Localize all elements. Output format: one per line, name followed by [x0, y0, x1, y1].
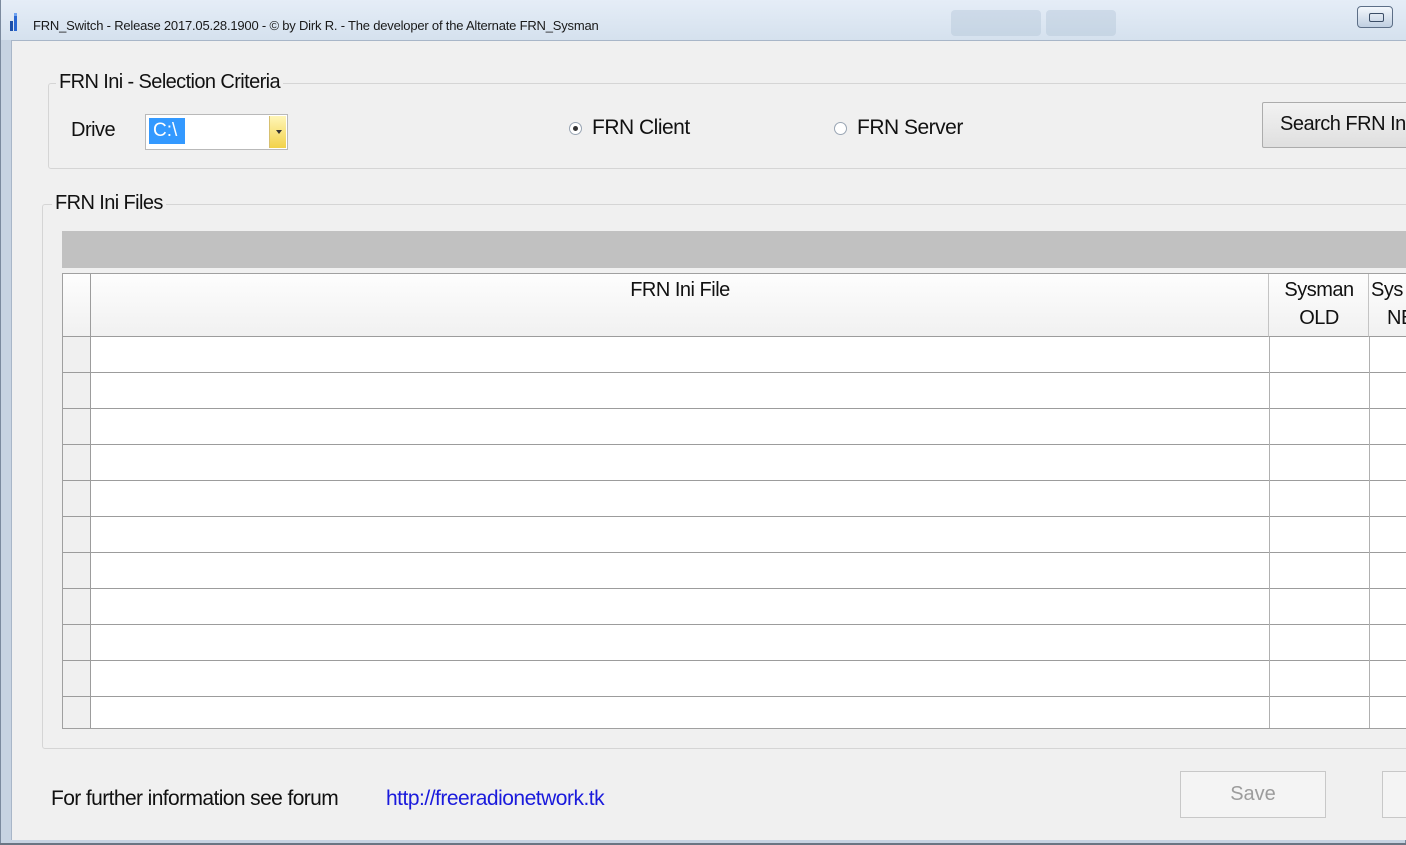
table-row[interactable] [63, 661, 1406, 697]
row-header[interactable] [63, 661, 91, 696]
column-header-label: Sysman [1284, 279, 1354, 301]
radio-frn-client[interactable] [569, 122, 582, 135]
table-row[interactable] [63, 409, 1406, 445]
table-row[interactable] [63, 589, 1406, 625]
column-divider [1269, 337, 1270, 728]
row-header[interactable] [63, 481, 91, 516]
title-bar[interactable]: FRN_Switch - Release 2017.05.28.1900 - ©… [1, 0, 1406, 40]
radio-frn-client-label[interactable]: FRN Client [592, 116, 690, 140]
chevron-down-icon[interactable] [269, 116, 286, 148]
app-window: FRN_Switch - Release 2017.05.28.1900 - ©… [0, 0, 1406, 843]
drive-combobox[interactable]: C:\ [145, 114, 288, 150]
restore-button[interactable] [1357, 6, 1393, 28]
column-header-label: Sys [1371, 279, 1403, 301]
table-row[interactable] [63, 481, 1406, 517]
row-header[interactable] [63, 697, 91, 728]
restore-icon [1369, 13, 1384, 22]
ini-files-grid[interactable]: FRN Ini File Sysman OLD Sys NE [62, 273, 1406, 729]
table-row[interactable] [63, 337, 1406, 373]
column-header-sysman-old[interactable]: Sysman OLD [1269, 274, 1369, 337]
title-bar-glass [1046, 10, 1116, 36]
app-icon [10, 13, 17, 31]
table-row[interactable] [63, 553, 1406, 589]
drive-label: Drive [71, 119, 116, 141]
column-divider [1369, 337, 1370, 728]
row-header[interactable] [63, 589, 91, 624]
grid-caption-bar [62, 231, 1406, 268]
row-header[interactable] [63, 337, 91, 372]
row-header-corner [63, 274, 91, 337]
radio-frn-server[interactable] [834, 122, 847, 135]
table-row[interactable] [63, 445, 1406, 481]
drive-value: C:\ [149, 118, 186, 144]
row-header[interactable] [63, 553, 91, 588]
row-header[interactable] [63, 625, 91, 660]
table-row[interactable] [63, 517, 1406, 553]
search-frn-ini-button[interactable]: Search FRN Ini [1262, 102, 1406, 148]
partial-button[interactable] [1382, 771, 1406, 818]
window-title: FRN_Switch - Release 2017.05.28.1900 - ©… [33, 18, 599, 33]
table-row[interactable] [63, 373, 1406, 409]
column-header-frn-ini-file[interactable]: FRN Ini File [91, 274, 1269, 337]
save-button[interactable]: Save [1180, 771, 1326, 818]
column-header-sysman-new[interactable]: Sys NE [1369, 274, 1406, 337]
row-header[interactable] [63, 517, 91, 552]
forum-link[interactable]: http://freeradionetwork.tk [386, 787, 605, 811]
title-bar-glass [951, 10, 1041, 36]
column-header-label: FRN Ini File [630, 279, 730, 301]
column-header-label: NE [1387, 307, 1406, 329]
table-row[interactable] [63, 697, 1406, 728]
client-area: FRN Ini - Selection Criteria Drive C:\ F… [11, 40, 1406, 840]
column-header-label: OLD [1299, 307, 1339, 329]
footer-info-text: For further information see forum [51, 787, 339, 810]
row-header[interactable] [63, 373, 91, 408]
selection-criteria-label: FRN Ini - Selection Criteria [56, 71, 284, 94]
row-header[interactable] [63, 409, 91, 444]
frn-ini-files-label: FRN Ini Files [52, 192, 166, 215]
table-row[interactable] [63, 625, 1406, 661]
row-header[interactable] [63, 445, 91, 480]
radio-frn-server-label[interactable]: FRN Server [857, 116, 963, 140]
